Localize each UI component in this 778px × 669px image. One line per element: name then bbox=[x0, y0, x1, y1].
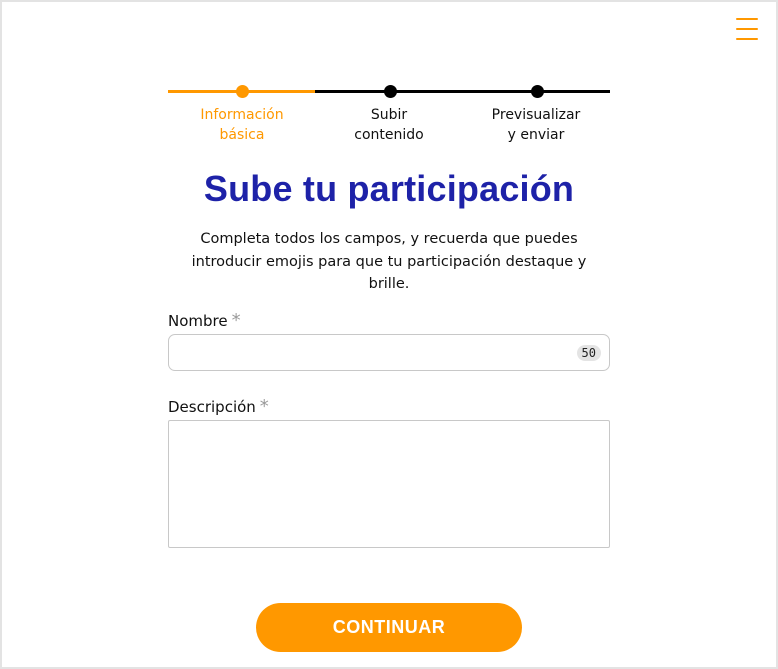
name-field-label: Nombre * bbox=[168, 310, 241, 331]
stepper-track-pending bbox=[315, 90, 610, 93]
step-label-2: Subir contenido bbox=[329, 105, 449, 145]
step-dot-3 bbox=[531, 85, 544, 98]
step-label-3-line1: Previsualizar bbox=[491, 107, 581, 123]
hamburger-menu-icon[interactable] bbox=[736, 18, 758, 42]
step-label-3-line2: y enviar bbox=[507, 127, 565, 143]
continue-button[interactable]: CONTINUAR bbox=[256, 603, 522, 652]
step-label-2-line2: contenido bbox=[354, 127, 424, 143]
step-label-1-line1: Información bbox=[200, 107, 284, 123]
step-dot-1 bbox=[236, 85, 249, 98]
required-asterisk: * bbox=[259, 396, 269, 417]
step-label-3: Previsualizar y enviar bbox=[476, 105, 596, 145]
required-asterisk: * bbox=[231, 310, 241, 331]
description-textarea[interactable] bbox=[168, 420, 610, 548]
step-label-1: Información básica bbox=[182, 105, 302, 145]
page-title: Sube tu participación bbox=[203, 168, 575, 209]
progress-stepper: Información básica Subir contenido Previ… bbox=[168, 80, 610, 150]
step-dot-2 bbox=[384, 85, 397, 98]
name-label-text: Nombre bbox=[168, 312, 228, 330]
step-label-2-line1: Subir bbox=[370, 107, 408, 123]
description-label-text: Descripción bbox=[168, 398, 256, 416]
character-counter-badge: 50 bbox=[576, 345, 601, 361]
step-label-1-line2: básica bbox=[219, 127, 265, 143]
description-field-label: Descripción * bbox=[168, 396, 269, 417]
page-subtitle: Completa todos los campos, y recuerda qu… bbox=[191, 231, 587, 292]
name-input[interactable]: 50 bbox=[168, 334, 610, 371]
